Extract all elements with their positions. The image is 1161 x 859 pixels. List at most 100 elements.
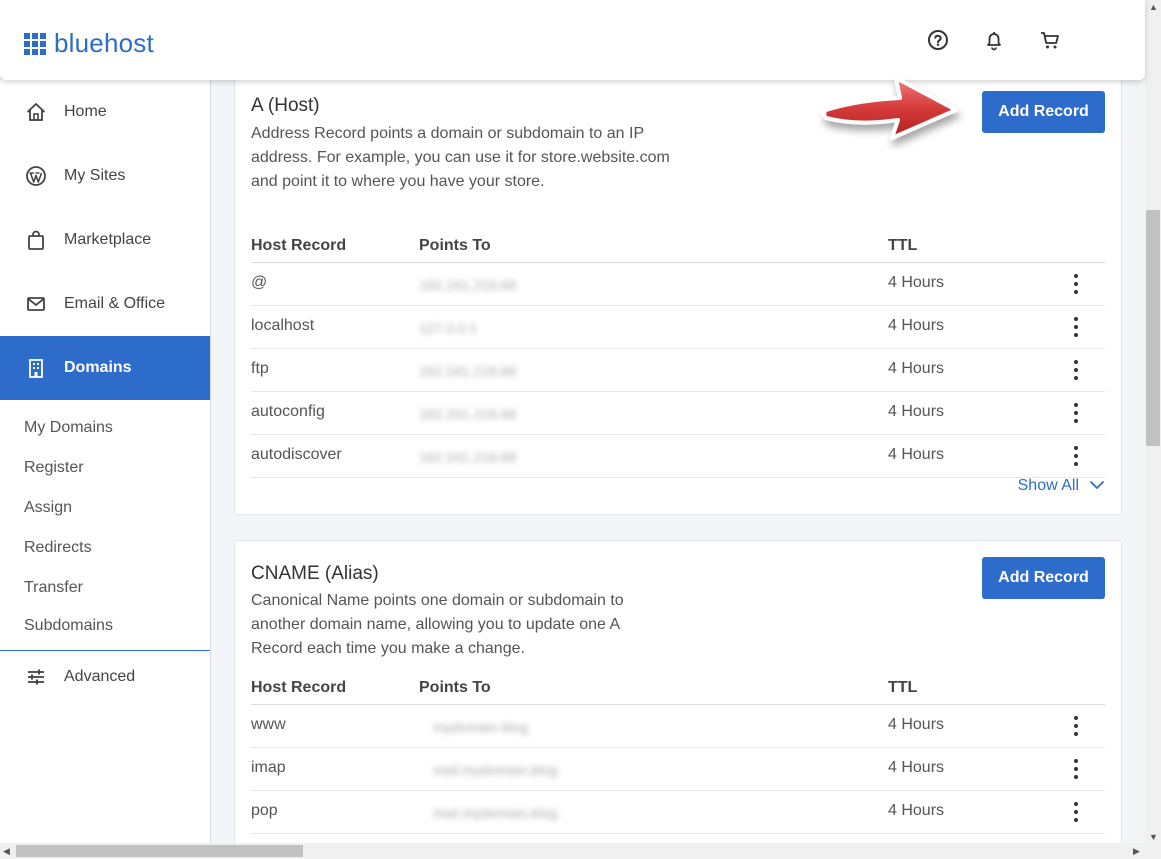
- shopping-bag-icon: [24, 228, 48, 252]
- sidebar: Home My Sites Marketplace Email & Office…: [0, 80, 211, 859]
- subnav-redirects[interactable]: Redirects: [0, 528, 210, 568]
- points-to-cell-blurred: 162.241.216.68: [403, 271, 581, 299]
- points-to-cell-blurred: 162.241.216.68: [403, 357, 581, 385]
- ttl-cell: 4 Hours: [888, 716, 945, 733]
- add-cname-record-button[interactable]: Add Record: [982, 557, 1105, 599]
- host-record-cell: www: [251, 716, 286, 733]
- building-icon: [24, 356, 48, 380]
- sidebar-item-label: Advanced: [64, 668, 136, 685]
- row-menu-icon[interactable]: [1073, 360, 1079, 380]
- table-header: Host Record Points To TTL: [251, 237, 1105, 263]
- table-row: autoconfig 162.241.216.68 4 Hours: [251, 392, 1105, 435]
- table-row: autodiscover 162.241.216.68 4 Hours: [251, 435, 1105, 478]
- table-row: localhost 127.0.0.1 4 Hours: [251, 306, 1105, 349]
- sidebar-item-label: Home: [64, 103, 107, 120]
- help-icon[interactable]: [926, 28, 950, 52]
- ttl-cell: 4 Hours: [888, 274, 945, 291]
- sidebar-item-domains[interactable]: Domains: [0, 336, 210, 400]
- subnav-my-domains[interactable]: My Domains: [0, 408, 210, 448]
- row-menu-icon[interactable]: [1073, 802, 1079, 822]
- sidebar-item-marketplace[interactable]: Marketplace: [0, 208, 210, 272]
- row-menu-icon[interactable]: [1073, 317, 1079, 337]
- show-all-label: Show All: [1017, 477, 1079, 494]
- logo-grid-icon: [24, 32, 46, 55]
- a-record-description: Address Record points a domain or subdom…: [251, 125, 670, 190]
- ttl-cell: 4 Hours: [888, 759, 945, 776]
- col-points-to: Points To: [419, 679, 491, 696]
- sidebar-item-label: Domains: [64, 359, 132, 376]
- sidebar-item-label: Email & Office: [64, 295, 166, 312]
- host-record-cell: localhost: [251, 317, 315, 334]
- col-ttl: TTL: [888, 679, 918, 696]
- wordpress-icon: [24, 164, 48, 188]
- horizontal-scrollbar-thumb[interactable]: [16, 845, 303, 857]
- points-to-cell-blurred: 127.0.0.1: [403, 314, 581, 342]
- ttl-cell: 4 Hours: [888, 317, 945, 334]
- host-record-cell: ftp: [251, 360, 269, 377]
- chevron-down-icon: [1089, 477, 1105, 495]
- col-points-to: Points To: [419, 237, 491, 254]
- cart-icon[interactable]: [1038, 28, 1062, 52]
- sidebar-item-label: My Sites: [64, 167, 126, 184]
- subnav-subdomains[interactable]: Subdomains: [0, 608, 210, 644]
- subnav-assign[interactable]: Assign: [0, 488, 210, 528]
- ttl-cell: 4 Hours: [888, 403, 945, 420]
- ttl-cell: 4 Hours: [888, 446, 945, 463]
- points-to-cell-blurred: mydomain.blog: [417, 713, 613, 741]
- host-record-cell: autoconfig: [251, 403, 325, 420]
- row-menu-icon[interactable]: [1073, 403, 1079, 423]
- mail-icon: [24, 292, 48, 316]
- row-menu-icon[interactable]: [1073, 446, 1079, 466]
- cname-record-title: CNAME (Alias): [251, 563, 379, 584]
- scroll-down-arrow-icon[interactable]: ▼: [1149, 832, 1158, 842]
- bluehost-logo[interactable]: bluehost: [24, 28, 154, 59]
- a-record-table: Host Record Points To TTL @ 162.241.216.…: [251, 237, 1105, 478]
- sidebar-item-label: Marketplace: [64, 231, 152, 248]
- sidebar-item-home[interactable]: Home: [0, 80, 210, 144]
- host-record-cell: pop: [251, 802, 278, 819]
- table-row: @ 162.241.216.68 4 Hours: [251, 263, 1105, 306]
- sidebar-item-my-sites[interactable]: My Sites: [0, 144, 210, 208]
- sidebar-item-email-office[interactable]: Email & Office: [0, 272, 210, 336]
- points-to-cell-blurred: mail.mydomain.blog: [417, 799, 613, 827]
- host-record-cell: autodiscover: [251, 446, 342, 463]
- ttl-cell: 4 Hours: [888, 360, 945, 377]
- sidebar-item-advanced[interactable]: Advanced: [0, 645, 210, 709]
- table-row: imap mail.mydomain.blog 4 Hours: [251, 748, 1105, 791]
- host-record-cell: imap: [251, 759, 286, 776]
- points-to-cell-blurred: 162.241.216.68: [403, 443, 581, 471]
- subnav-register[interactable]: Register: [0, 448, 210, 488]
- vertical-scrollbar-thumb[interactable]: [1146, 210, 1160, 446]
- show-all-link[interactable]: Show All: [1018, 477, 1105, 495]
- scroll-left-arrow-icon[interactable]: ◀: [3, 846, 10, 857]
- bell-icon[interactable]: [982, 28, 1006, 52]
- cname-record-description: Canonical Name points one domain or subd…: [251, 592, 624, 657]
- col-ttl: TTL: [888, 237, 918, 254]
- table-row: ftp 162.241.216.68 4 Hours: [251, 349, 1105, 392]
- home-icon: [24, 100, 48, 124]
- logo-text: bluehost: [54, 28, 154, 58]
- col-host-record: Host Record: [251, 679, 347, 696]
- cname-record-table: Host Record Points To TTL www mydomain.b…: [251, 679, 1105, 834]
- scroll-right-arrow-icon[interactable]: ▶: [1133, 846, 1140, 857]
- red-arrow-annotation-icon: [822, 76, 958, 140]
- table-row: pop mail.mydomain.blog 4 Hours: [251, 791, 1105, 834]
- host-record-cell: @: [251, 274, 268, 291]
- a-record-card: A (Host) Address Record points a domain …: [234, 70, 1122, 515]
- top-header: bluehost: [0, 0, 1145, 80]
- points-to-cell-blurred: mail.mydomain.blog: [417, 756, 613, 784]
- a-record-title: A (Host): [251, 95, 320, 116]
- add-a-record-button[interactable]: Add Record: [982, 91, 1105, 133]
- scroll-up-arrow-icon[interactable]: ▲: [1149, 2, 1158, 12]
- table-row: www mydomain.blog 4 Hours: [251, 705, 1105, 748]
- points-to-cell-blurred: 162.241.216.68: [403, 400, 581, 428]
- table-header: Host Record Points To TTL: [251, 679, 1105, 705]
- col-host-record: Host Record: [251, 237, 347, 254]
- subnav-transfer[interactable]: Transfer: [0, 568, 210, 608]
- cname-record-card: CNAME (Alias) Canonical Name points one …: [234, 540, 1122, 859]
- ttl-cell: 4 Hours: [888, 802, 945, 819]
- row-menu-icon[interactable]: [1073, 716, 1079, 736]
- row-menu-icon[interactable]: [1073, 759, 1079, 779]
- row-menu-icon[interactable]: [1073, 274, 1079, 294]
- sliders-icon: [24, 665, 48, 689]
